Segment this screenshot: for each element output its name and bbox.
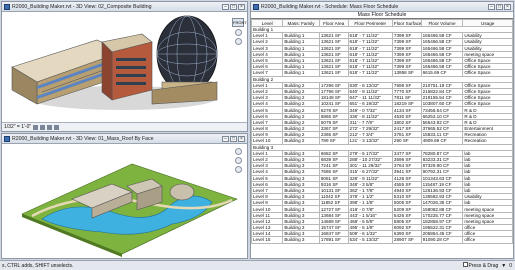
detail-level-icon[interactable]	[33, 124, 39, 130]
press-drag-checkbox[interactable]	[462, 262, 468, 267]
table-cell[interactable]: 534' - 5 13/32"	[347, 236, 393, 244]
revit-workspace: R2000_Building Maker.rvt - 3D View: 02_C…	[0, 0, 515, 270]
schedule-titlebar[interactable]: R2000_Building Maker.rvt - Schedule: Mas…	[251, 2, 513, 12]
shadows-icon[interactable]	[54, 124, 60, 130]
close-icon[interactable]: ×	[504, 3, 511, 10]
filter-count: 0	[509, 262, 512, 269]
view-3d-icon	[4, 135, 10, 142]
mass-roof-model	[21, 163, 238, 257]
view-3d-icon	[4, 3, 10, 10]
column-header[interactable]: Floor Area	[318, 19, 349, 27]
column-header[interactable]: Mass: Family	[282, 19, 320, 27]
window-controls: – □ ×	[488, 3, 511, 10]
table-cell[interactable]: 91090.28 CF	[420, 236, 464, 244]
visual-style-icon[interactable]	[40, 124, 46, 130]
zoom-icon[interactable]	[234, 38, 242, 45]
press-drag-toggle[interactable]: Press & Drag	[462, 262, 499, 269]
view-3d-mass-title: R2000_Building Maker.rvt - 3D View: 01_M…	[12, 135, 154, 142]
minimize-icon[interactable]: –	[222, 3, 229, 10]
status-right: Press & Drag ▼ 0	[462, 262, 515, 269]
table-cell[interactable]: office	[462, 236, 513, 244]
view-cube[interactable]: FRONT	[232, 18, 247, 27]
mass-floor-schedule-table: Level Mass: Family Floor Area Floor Perimet…	[251, 19, 513, 244]
window-controls: – □ ×	[222, 135, 245, 142]
schedule-title: Mass Floor Schedule	[251, 12, 513, 19]
maximize-icon[interactable]: □	[496, 3, 503, 10]
schedule-header-row: Level Mass: Family Floor Area Floor Perimet…	[251, 19, 513, 27]
view-3d-composite-canvas[interactable]: FRONT	[2, 12, 247, 122]
steering-wheel-icon[interactable]	[234, 148, 242, 155]
steering-wheel-icon[interactable]	[234, 29, 242, 36]
schedule-window[interactable]: R2000_Building Maker.rvt - Schedule: Mas…	[250, 1, 514, 259]
status-hint: s, CTRL adds, SHIFT unselects.	[2, 262, 74, 269]
filter-icon[interactable]: ▼	[501, 263, 506, 269]
table-cell[interactable]: 28907 SF	[391, 236, 422, 244]
view-3d-composite-window[interactable]: R2000_Building Maker.rvt - 3D View: 02_C…	[1, 1, 248, 132]
table-cell[interactable]: Building 3	[282, 236, 320, 244]
view-scale[interactable]: 1/32" = 1'-0"	[4, 124, 31, 130]
table-row[interactable]: Level 15 Building 3 17891 SF 534' - 5 13/32…	[251, 236, 513, 244]
zoom-icon[interactable]	[234, 157, 242, 164]
column-header[interactable]: Floor Surface	[391, 19, 422, 27]
close-icon[interactable]: ×	[238, 135, 245, 142]
column-header[interactable]: Floor Perimeter	[347, 19, 393, 27]
view-3d-mass-canvas[interactable]	[2, 144, 247, 258]
navigation-bar: FRONT	[232, 18, 247, 45]
maximize-icon[interactable]: □	[230, 3, 237, 10]
view-control-bar: 1/32" = 1'-0"	[2, 122, 247, 131]
column-header[interactable]: Usage	[462, 19, 513, 27]
column-header[interactable]: Level	[251, 19, 284, 27]
composite-building-model	[11, 15, 218, 110]
status-bar: s, CTRL adds, SHIFT unselects. Press & D…	[0, 260, 515, 270]
schedule-window-title: R2000_Building Maker.rvt - Schedule: Mas…	[261, 3, 399, 10]
schedule-icon	[253, 3, 259, 10]
maximize-icon[interactable]: □	[230, 135, 237, 142]
schedule-rows: Building 1 Level 1 Building 1 13621 SF 618' …	[251, 25, 513, 244]
table-cell[interactable]: Level 15	[251, 236, 284, 244]
minimize-icon[interactable]: –	[222, 135, 229, 142]
view-3d-mass-window[interactable]: R2000_Building Maker.rvt - 3D View: 01_M…	[1, 133, 248, 259]
view-3d-mass-titlebar[interactable]: R2000_Building Maker.rvt - 3D View: 01_M…	[2, 134, 247, 144]
view-3d-composite-titlebar[interactable]: R2000_Building Maker.rvt - 3D View: 02_C…	[2, 2, 247, 12]
sun-path-icon[interactable]	[47, 124, 53, 130]
minimize-icon[interactable]: –	[488, 3, 495, 10]
schedule-body: Mass Floor Schedule Level Mass: Family Flo…	[251, 12, 513, 258]
table-cell[interactable]: 17891 SF	[318, 236, 349, 244]
close-icon[interactable]: ×	[238, 3, 245, 10]
pan-icon[interactable]	[234, 166, 242, 173]
view-3d-composite-title: R2000_Building Maker.rvt - 3D View: 02_C…	[12, 3, 152, 10]
navigation-bar	[233, 148, 243, 173]
window-controls: – □ ×	[222, 3, 245, 10]
press-drag-label: Press & Drag	[468, 263, 499, 269]
column-header[interactable]: Floor Volume	[420, 19, 464, 27]
